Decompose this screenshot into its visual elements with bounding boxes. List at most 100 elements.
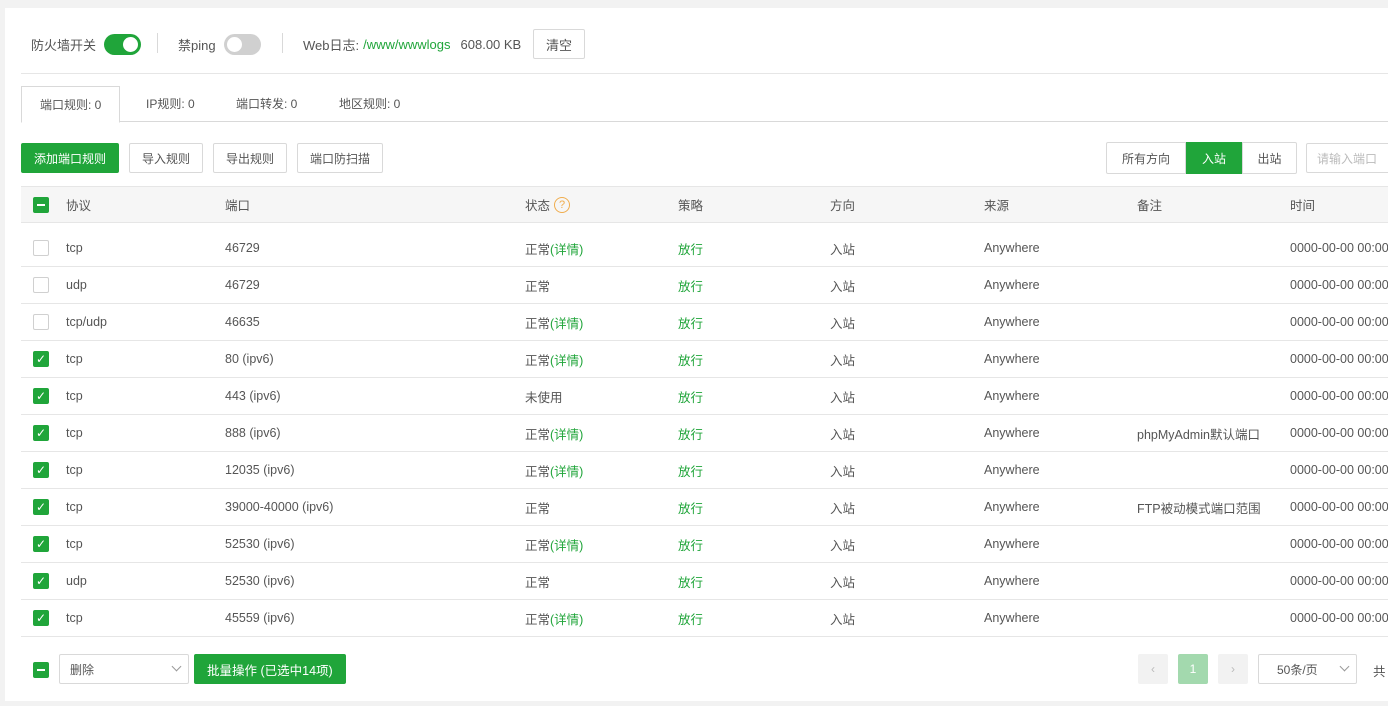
page-size-select[interactable]: 50条/页 bbox=[1258, 654, 1357, 684]
total-label: 共 bbox=[1373, 665, 1386, 679]
cell-source: Anywhere bbox=[984, 500, 1040, 514]
divider bbox=[157, 33, 158, 53]
row-checkbox[interactable]: ✓ bbox=[33, 341, 49, 377]
ping-toggle[interactable] bbox=[223, 33, 261, 55]
cell-status: 正常 (详情) bbox=[525, 304, 583, 340]
direction-all-button[interactable]: 所有方向 bbox=[1106, 142, 1186, 174]
toggle-knob bbox=[123, 36, 139, 52]
tab-port-rules[interactable]: 端口规则: 0 bbox=[21, 86, 121, 123]
cell-policy: 放行 bbox=[678, 427, 704, 442]
row-checkbox[interactable]: ✓ bbox=[33, 415, 49, 451]
header-time: 时间 bbox=[1290, 199, 1316, 213]
import-rules-button[interactable]: 导入规则 bbox=[129, 143, 204, 173]
port-scan-protect-button[interactable]: 端口防扫描 bbox=[297, 143, 384, 173]
row-checkbox[interactable] bbox=[33, 304, 49, 340]
row-checkbox[interactable] bbox=[33, 267, 49, 303]
firewall-toggle[interactable] bbox=[104, 33, 142, 55]
status-text: 正常 bbox=[525, 464, 551, 479]
cell-port: 52530 (ipv6) bbox=[225, 537, 295, 551]
status-text: 正常 bbox=[525, 538, 551, 553]
row-checkbox[interactable]: ✓ bbox=[33, 600, 49, 636]
cell-source: Anywhere bbox=[984, 278, 1040, 292]
cell-policy: 放行 bbox=[678, 353, 704, 368]
next-page-button[interactable]: › bbox=[1218, 654, 1248, 684]
cell-policy: 放行 bbox=[678, 242, 704, 257]
export-rules-button[interactable]: 导出规则 bbox=[213, 143, 288, 173]
prev-page-button[interactable]: ‹ bbox=[1138, 654, 1168, 684]
cell-port: 46635 bbox=[225, 315, 260, 329]
cell-source: Anywhere bbox=[984, 389, 1040, 403]
status-detail-link[interactable]: (详情) bbox=[550, 609, 583, 628]
cell-policy: 放行 bbox=[678, 464, 704, 479]
page-size-value: 50条/页 bbox=[1277, 662, 1318, 677]
status-text: 正常 bbox=[525, 316, 551, 331]
select-all-checkbox[interactable] bbox=[33, 187, 49, 222]
row-checkbox[interactable]: ✓ bbox=[33, 489, 49, 525]
header-direction: 方向 bbox=[830, 199, 856, 213]
table-row: ✓ tcp 12035 (ipv6) 正常 (详情) 放行 入站 Anywhere 0000-0… bbox=[21, 452, 1388, 489]
cell-direction: 入站 bbox=[830, 316, 856, 331]
table-row: ✓ tcp 39000-40000 (ipv6) 正常 放行 入站 Anywhere FTP被… bbox=[21, 489, 1388, 526]
cell-protocol: udp bbox=[66, 574, 87, 588]
footer-select-all-checkbox[interactable] bbox=[33, 662, 49, 678]
status-text: 正常 bbox=[525, 427, 551, 442]
cell-protocol: tcp bbox=[66, 241, 83, 255]
cell-time: 0000-00-00 00:00:00 bbox=[1290, 389, 1388, 403]
cell-direction: 入站 bbox=[830, 353, 856, 368]
header-policy: 策略 bbox=[678, 199, 704, 213]
status-detail-link[interactable]: (详情) bbox=[550, 350, 583, 369]
cell-source: Anywhere bbox=[984, 611, 1040, 625]
row-checkbox[interactable]: ✓ bbox=[33, 378, 49, 414]
status-text: 正常 bbox=[525, 353, 551, 368]
status-detail-link[interactable]: (详情) bbox=[550, 461, 583, 480]
cell-source: Anywhere bbox=[984, 315, 1040, 329]
firewall-panel: 防火墙开关 禁ping Web日志: /www/wwwlogs 608.00 K… bbox=[5, 8, 1388, 701]
port-search-input[interactable]: 请输入端口 bbox=[1306, 143, 1388, 173]
cell-policy: 放行 bbox=[678, 612, 704, 627]
weblog-label: Web日志: bbox=[303, 37, 360, 53]
page-number-1[interactable]: 1 bbox=[1178, 654, 1208, 684]
cell-protocol: tcp bbox=[66, 500, 83, 514]
table-row: ✓ udp 52530 (ipv6) 正常 放行 入站 Anywhere 0000-00-00… bbox=[21, 563, 1388, 600]
help-icon[interactable]: ? bbox=[554, 196, 571, 213]
clear-log-button[interactable]: 清空 bbox=[533, 29, 586, 59]
add-port-rule-button[interactable]: 添加端口规则 bbox=[21, 143, 120, 173]
row-checkbox[interactable]: ✓ bbox=[33, 526, 49, 562]
status-detail-link[interactable]: (详情) bbox=[550, 535, 583, 554]
direction-filter: 所有方向 入站 出站 bbox=[1106, 142, 1297, 174]
direction-out-button[interactable]: 出站 bbox=[1242, 142, 1297, 174]
ping-switch-group: 禁ping bbox=[178, 33, 261, 55]
cell-time: 0000-00-00 00:00:00 bbox=[1290, 278, 1388, 292]
status-detail-link[interactable]: (详情) bbox=[550, 424, 583, 443]
status-detail-link[interactable]: (详情) bbox=[550, 239, 583, 258]
batch-operation-button[interactable]: 批量操作 (已选中14项) bbox=[194, 654, 346, 684]
weblog-path-link[interactable]: /www/wwwlogs bbox=[363, 37, 450, 52]
row-checkbox[interactable]: ✓ bbox=[33, 452, 49, 488]
cell-source: Anywhere bbox=[984, 537, 1040, 551]
rule-table-body: tcp 46729 正常 (详情) 放行 入站 Anywhere 0000-00-00 00:… bbox=[21, 230, 1388, 637]
cell-time: 0000-00-00 00:00:00 bbox=[1290, 352, 1388, 366]
row-checkbox[interactable] bbox=[33, 230, 49, 266]
cell-direction: 入站 bbox=[830, 279, 856, 294]
cell-status: 正常 (详情) bbox=[525, 230, 583, 266]
cell-port: 45559 (ipv6) bbox=[225, 611, 295, 625]
cell-port: 46729 bbox=[225, 278, 260, 292]
firewall-switch-group: 防火墙开关 bbox=[31, 33, 142, 55]
cell-policy: 放行 bbox=[678, 316, 704, 331]
status-text: 正常 bbox=[525, 575, 551, 590]
cell-protocol: tcp bbox=[66, 426, 83, 440]
direction-in-button[interactable]: 入站 bbox=[1186, 142, 1242, 174]
table-footer: 删除 批量操作 (已选中14项) ‹ 1 › 50条/页 共 bbox=[21, 653, 1388, 687]
tab-port-forward[interactable]: 端口转发: 0 bbox=[236, 86, 297, 122]
tab-region-rules[interactable]: 地区规则: 0 bbox=[339, 86, 400, 122]
chevron-down-icon bbox=[171, 661, 182, 672]
status-detail-link[interactable]: (详情) bbox=[550, 313, 583, 332]
tab-ip-rules[interactable]: IP规则: 0 bbox=[146, 86, 195, 122]
cell-time: 0000-00-00 00:00:00 bbox=[1290, 315, 1388, 329]
ping-switch-label: 禁ping bbox=[178, 37, 216, 53]
cell-direction: 入站 bbox=[830, 538, 856, 553]
batch-action-select[interactable]: 删除 bbox=[59, 654, 189, 684]
cell-policy: 放行 bbox=[678, 390, 704, 405]
table-row: ✓ tcp 888 (ipv6) 正常 (详情) 放行 入站 Anywhere phpMyAdm… bbox=[21, 415, 1388, 452]
row-checkbox[interactable]: ✓ bbox=[33, 563, 49, 599]
